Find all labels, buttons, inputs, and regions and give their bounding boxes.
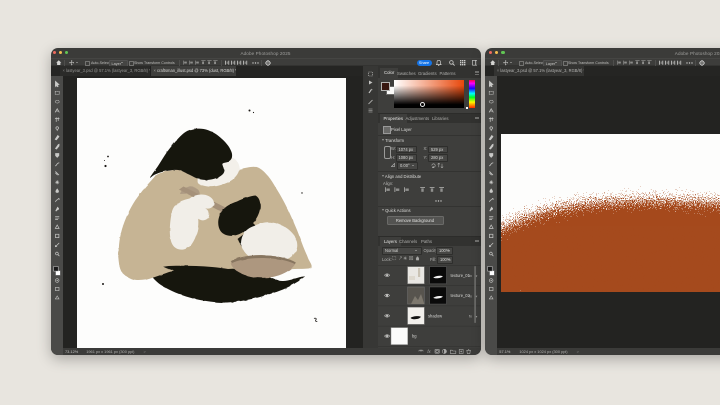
svg-text:texture_01: texture_01 [451,273,471,278]
svg-text:fx: fx [469,274,472,278]
svg-text:texture_02: texture_02 [451,293,471,298]
svg-text:shadow: shadow [428,313,442,318]
svg-text:bg: bg [412,334,417,339]
svg-text:fx: fx [469,294,472,298]
svg-text:fx: fx [469,315,472,319]
svg-text:fx: fx [427,349,431,354]
